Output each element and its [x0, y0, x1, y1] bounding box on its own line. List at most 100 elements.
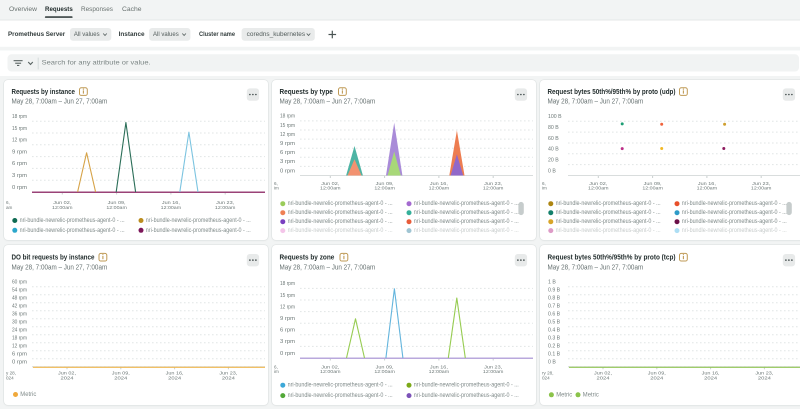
svg-text:6 rpm: 6 rpm [280, 150, 295, 156]
svg-text:Metric: Metric [583, 391, 600, 398]
svg-text:nri-bundle-newrelic-prometheus: nri-bundle-newrelic-prometheus-agent-0 -… [20, 227, 125, 234]
svg-text:im: im [274, 186, 279, 191]
svg-text:18 rpm: 18 rpm [280, 114, 295, 120]
svg-text:nri-bundle-newrelic-prometheus: nri-bundle-newrelic-prometheus-agent-0 -… [288, 209, 393, 216]
svg-text:nri-bundle-newrelic-prometheus: nri-bundle-newrelic-prometheus-agent-0 -… [288, 200, 393, 207]
svg-text:Search for any attribute or va: Search for any attribute or value. [42, 60, 151, 67]
svg-text:12:00am: 12:00am [483, 369, 504, 374]
svg-text:30 rpm: 30 rpm [12, 320, 27, 326]
svg-text:2024: 2024 [597, 376, 611, 381]
svg-text:12:00am: 12:00am [215, 205, 236, 210]
svg-text:3 rpm: 3 rpm [12, 173, 27, 179]
svg-text:nri-bundle-newrelic-prometheus: nri-bundle-newrelic-prometheus-agent-0 -… [146, 217, 251, 224]
svg-text:nri-bundle-newrelic-prometheus: nri-bundle-newrelic-prometheus-agent-0 -… [288, 382, 393, 389]
svg-text:am: am [6, 205, 13, 210]
svg-text:nri-bundle-newrelic-prometheus: nri-bundle-newrelic-prometheus-agent-0 -… [682, 209, 787, 216]
svg-text:Metric: Metric [556, 391, 573, 398]
svg-text:DO bit requests by instance: DO bit requests by instance [12, 253, 95, 262]
svg-text:0.8 B: 0.8 B [548, 296, 561, 302]
svg-text:Overview: Overview [9, 6, 37, 13]
svg-text:nri-bundle-newrelic-prometheus: nri-bundle-newrelic-prometheus-agent-0 -… [414, 218, 519, 225]
svg-text:12:00am: 12:00am [320, 186, 341, 191]
svg-text:60 B: 60 B [548, 136, 559, 142]
svg-text:15 rpm: 15 rpm [12, 126, 27, 132]
svg-text:3 rpm: 3 rpm [280, 159, 295, 165]
svg-text:9 rpm: 9 rpm [280, 316, 295, 322]
svg-text:18 rpm: 18 rpm [280, 281, 295, 287]
svg-text:nri-bundle-newrelic-prometheus: nri-bundle-newrelic-prometheus-agent-0 -… [414, 382, 519, 389]
svg-text:12:00am: 12:00am [374, 369, 395, 374]
svg-text:0 rpm: 0 rpm [280, 168, 295, 174]
svg-text:0.7 B: 0.7 B [548, 304, 561, 310]
svg-text:All values: All values [74, 31, 100, 38]
svg-text:12:00am: 12:00am [320, 369, 341, 374]
svg-text:12 rpm: 12 rpm [280, 132, 295, 138]
svg-text:6 rpm: 6 rpm [280, 328, 295, 334]
svg-text:40 B: 40 B [548, 147, 559, 153]
svg-text:12 rpm: 12 rpm [12, 138, 27, 144]
svg-text:024: 024 [542, 376, 550, 381]
svg-text:Cache: Cache [122, 6, 142, 13]
svg-text:coredns_kubernetes: coredns_kubernetes [247, 31, 305, 38]
svg-text:18 rpm: 18 rpm [12, 336, 27, 342]
svg-text:nri-bundle-newrelic-prometheus: nri-bundle-newrelic-prometheus-agent-0 -… [146, 227, 251, 234]
svg-text:48 rpm: 48 rpm [12, 296, 27, 302]
svg-text:0.6 B: 0.6 B [548, 312, 561, 318]
svg-text:Prometheus Server: Prometheus Server [8, 31, 66, 38]
svg-text:6 rpm: 6 rpm [12, 352, 27, 358]
svg-text:nri-bundle-newrelic-prometheus: nri-bundle-newrelic-prometheus-agent-0 -… [288, 218, 393, 225]
svg-text:Requests: Requests [45, 6, 73, 13]
svg-text:im: im [542, 186, 547, 191]
svg-text:May 28, 7:00am – Jun 27, 7:00a: May 28, 7:00am – Jun 27, 7:00am [548, 262, 644, 271]
svg-text:Request bytes 50th%/95th% by p: Request bytes 50th%/95th% by proto (udp) [548, 87, 677, 96]
svg-text:0 rpm: 0 rpm [12, 185, 27, 191]
svg-text:nri-bundle-newrelic-prometheus: nri-bundle-newrelic-prometheus-agent-0 -… [556, 227, 661, 234]
svg-text:0 B: 0 B [548, 360, 556, 366]
svg-text:2024: 2024 [650, 376, 664, 381]
svg-text:12 rpm: 12 rpm [280, 304, 295, 310]
svg-text:1 B: 1 B [548, 280, 556, 286]
svg-text:2024: 2024 [222, 376, 236, 381]
svg-text:nri-bundle-newrelic-prometheus: nri-bundle-newrelic-prometheus-agent-0 -… [20, 217, 125, 224]
svg-text:nri-bundle-newrelic-prometheus: nri-bundle-newrelic-prometheus-agent-0 -… [682, 227, 787, 234]
svg-text:2024: 2024 [114, 376, 128, 381]
svg-text:nri-bundle-newrelic-prometheus: nri-bundle-newrelic-prometheus-agent-0 -… [414, 209, 519, 216]
svg-text:Cluster name: Cluster name [199, 31, 235, 38]
svg-text:12:00am: 12:00am [52, 205, 73, 210]
svg-text:12:00am: 12:00am [429, 369, 450, 374]
svg-text:12:00am: 12:00am [106, 205, 127, 210]
svg-text:0 rpm: 0 rpm [12, 360, 27, 366]
svg-text:12:00am: 12:00am [642, 186, 663, 191]
svg-text:Requests by instance: Requests by instance [12, 87, 76, 96]
svg-text:54 rpm: 54 rpm [12, 288, 27, 294]
svg-text:12:00am: 12:00am [751, 186, 772, 191]
svg-text:All values: All values [153, 31, 179, 38]
svg-text:Instance: Instance [119, 31, 145, 38]
svg-text:nri-bundle-newrelic-prometheus: nri-bundle-newrelic-prometheus-agent-0 -… [288, 392, 393, 399]
svg-text:Requests by zone: Requests by zone [280, 253, 335, 262]
svg-text:2024: 2024 [704, 376, 718, 381]
svg-text:20 B: 20 B [548, 157, 559, 163]
svg-text:nri-bundle-newrelic-prometheus: nri-bundle-newrelic-prometheus-agent-0 -… [414, 227, 519, 234]
svg-text:Requests by type: Requests by type [280, 87, 333, 96]
svg-text:6 rpm: 6 rpm [12, 161, 27, 167]
svg-text:May 28, 7:00am – Jun 27, 7:00a: May 28, 7:00am – Jun 27, 7:00am [280, 262, 376, 271]
svg-text:0 B: 0 B [548, 168, 556, 174]
svg-text:nri-bundle-newrelic-prometheus: nri-bundle-newrelic-prometheus-agent-0 -… [682, 218, 787, 225]
svg-text:36 rpm: 36 rpm [12, 312, 27, 318]
svg-text:24 rpm: 24 rpm [12, 328, 27, 334]
svg-text:nri-bundle-newrelic-prometheus: nri-bundle-newrelic-prometheus-agent-0 -… [556, 209, 661, 216]
svg-text:024: 024 [6, 376, 14, 381]
svg-text:Metric: Metric [20, 391, 37, 398]
svg-text:May 28, 7:00am – Jun 27, 7:00a: May 28, 7:00am – Jun 27, 7:00am [548, 97, 644, 106]
svg-text:15 rpm: 15 rpm [280, 293, 295, 299]
svg-text:2024: 2024 [168, 376, 182, 381]
svg-text:2024: 2024 [61, 376, 75, 381]
svg-text:May 28, 7:00am – Jun 27, 7:00a: May 28, 7:00am – Jun 27, 7:00am [280, 97, 376, 106]
svg-text:May 28, 7:00am – Jun 27, 7:00a: May 28, 7:00am – Jun 27, 7:00am [12, 262, 108, 271]
svg-text:12 rpm: 12 rpm [12, 344, 27, 350]
svg-text:42 rpm: 42 rpm [12, 304, 27, 310]
svg-text:nri-bundle-newrelic-prometheus: nri-bundle-newrelic-prometheus-agent-0 -… [556, 200, 661, 207]
svg-text:100 B: 100 B [548, 114, 562, 120]
svg-text:2024: 2024 [758, 376, 772, 381]
